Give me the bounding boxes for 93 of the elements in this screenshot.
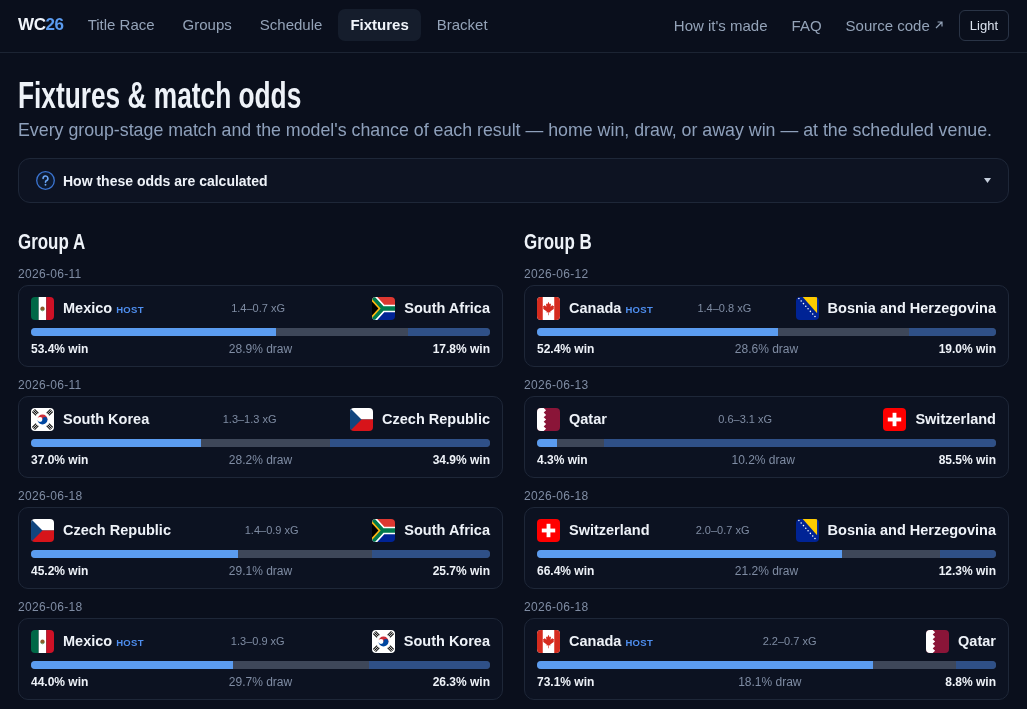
host-tag: HOST [625,303,653,315]
south-africa-flag-icon [372,296,396,320]
draw-odds: 28.2% draw [228,452,293,468]
match-date: 2026-06-11 [18,266,83,282]
caret-down-icon [984,178,991,183]
team-name: Bosnia and Herzegovina [827,522,996,538]
team-name: Czech Republic [382,411,490,427]
home-win-odds: 52.4% win [537,341,595,357]
home-win-odds: 53.4% win [31,341,89,357]
home-win-odds: 45.2% win [31,563,89,579]
host-tag: HOST [116,636,144,648]
team-name: Qatar [958,633,996,649]
home-win-odds: 44.0% win [31,674,89,690]
site-logo[interactable]: WC26 [18,15,64,35]
away-win-odds: 34.9% win [432,452,490,468]
team-name: Bosnia and Herzegovina [827,300,996,316]
match-date: 2026-06-12 [524,266,590,282]
match-date: 2026-06-11 [18,377,83,393]
home-win-odds: 73.1% win [537,674,595,690]
team-name: Mexico [63,633,113,649]
group-heading: Group A [18,228,86,256]
draw-odds: 21.2% draw [734,563,799,579]
expected-goals-text: 1.4–0.7 xG [231,302,285,314]
expected-goals-text: 1.3–1.3 xG [222,413,277,425]
draw-odds: 18.1% draw [738,674,802,690]
match-date: 2026-06-13 [524,377,590,393]
team-name: Canada [569,300,622,316]
bosnia-and-herzegovina-flag-icon [795,518,819,542]
help-icon [36,171,55,190]
nav-tab[interactable]: Schedule [247,9,335,41]
team-name: South Korea [403,633,490,649]
away-win-odds: 85.5% win [938,452,996,468]
theme-toggle-button[interactable]: Light [958,9,1009,41]
nav-link[interactable]: How it's made [673,16,768,34]
nav-tab[interactable]: Title Race [75,9,167,41]
page-title: Fixtures & match odds [18,76,302,116]
south-korea-flag-icon [31,407,54,431]
bosnia-and-herzegovina-flag-icon [795,296,819,320]
draw-odds: 28.9% draw [228,341,293,357]
host-tag: HOST [116,303,144,315]
draw-odds: 29.1% draw [228,563,293,579]
home-win-odds: 66.4% win [537,563,595,579]
home-win-odds: 4.3% win [537,452,588,468]
match-date: 2026-06-18 [524,599,590,615]
away-win-odds: 25.7% win [432,563,490,579]
nav-link[interactable]: Source code [845,16,943,34]
nav-link[interactable]: FAQ [791,16,822,34]
home-win-odds: 37.0% win [31,452,89,468]
czech-republic-flag-icon [350,407,374,431]
expected-goals-text: 1.4–0.8 xG [697,302,752,314]
mexico-flag-icon [31,296,54,320]
nav-tab[interactable]: Groups [170,9,244,41]
south-korea-flag-icon [371,629,395,653]
team-name: Switzerland [569,522,650,538]
team-name: Switzerland [915,411,996,427]
switzerland-flag-icon [537,518,560,542]
qatar-flag-icon [537,407,560,431]
expected-goals-text: 1.3–0.9 xG [230,635,285,647]
match-date: 2026-06-18 [524,488,590,504]
expected-goals-text: 1.4–0.9 xG [244,524,299,536]
away-win-odds: 19.0% win [938,341,996,357]
south-africa-flag-icon [372,518,396,542]
nav-tab[interactable]: Bracket [424,9,500,41]
expected-goals-text: 0.6–3.1 xG [718,413,773,425]
team-name: Canada [569,633,622,649]
qatar-flag-icon [926,629,950,653]
expected-goals-text: 2.0–0.7 xG [695,524,750,536]
canada-flag-icon [537,629,560,653]
draw-odds: 10.2% draw [731,452,795,468]
team-name: South Africa [404,300,490,316]
team-name: South Korea [63,411,150,427]
odds-explainer-toggle[interactable]: How these odds are calculated [18,158,1009,203]
nav-tab[interactable]: Fixtures [338,9,421,41]
away-win-odds: 26.3% win [432,674,490,690]
draw-odds: 28.6% draw [734,341,799,357]
team-name: Mexico [63,300,113,316]
page-subtitle: Every group-stage match and the model's chance of each result — home win, draw, or away win — at the scheduled venue. [18,119,993,142]
expected-goals-text: 2.2–0.7 xG [762,635,817,647]
away-win-odds: 17.8% win [432,341,490,357]
match-date: 2026-06-18 [18,488,84,504]
away-win-odds: 12.3% win [938,563,996,579]
match-date: 2026-06-18 [18,599,84,615]
host-tag: HOST [625,636,653,648]
team-name: Qatar [569,411,607,427]
team-name: Czech Republic [63,522,171,538]
canada-flag-icon [537,296,560,320]
switzerland-flag-icon [883,407,907,431]
group-heading: Group B [524,228,592,256]
draw-odds: 29.7% draw [228,674,293,690]
mexico-flag-icon [31,629,54,653]
away-win-odds: 8.8% win [945,674,996,690]
team-name: South Africa [404,522,490,538]
czech-republic-flag-icon [31,518,54,542]
